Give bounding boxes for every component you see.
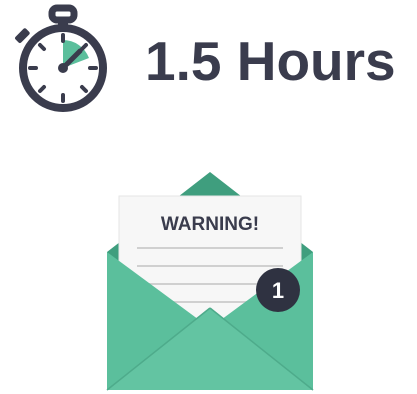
open-envelope-icon: WARNING! 1 xyxy=(106,172,314,391)
badge-count: 1 xyxy=(272,278,284,303)
stopwatch-icon xyxy=(15,4,107,112)
duration-label: 1.5 Hours xyxy=(145,30,396,92)
warning-title: WARNING! xyxy=(161,214,259,235)
notification-badge: 1 xyxy=(256,268,300,312)
